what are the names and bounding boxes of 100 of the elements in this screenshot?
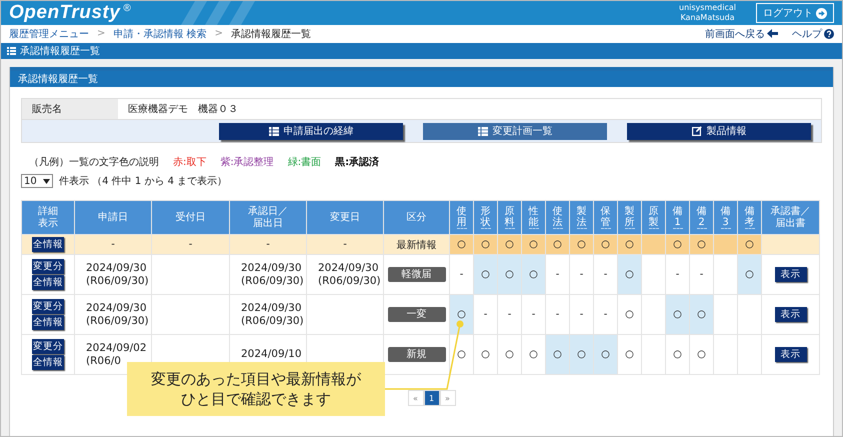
date-text: 2024/09/30	[86, 262, 148, 274]
detail-button[interactable]: 変更分	[32, 339, 64, 354]
column-header: 備2	[690, 200, 714, 234]
table-cell: ○	[498, 334, 522, 374]
help-link[interactable]: ヘルプ	[792, 26, 834, 40]
date-text: -	[342, 239, 348, 250]
table-cell: -	[546, 254, 570, 294]
column-header: 備考	[738, 200, 762, 234]
table-cell: ○	[522, 254, 546, 294]
legend-item: 緑:書面	[288, 156, 322, 169]
table-cell: ○	[618, 294, 642, 334]
column-header: 区分	[384, 200, 450, 234]
column-header: 原料	[498, 200, 522, 234]
column-header: 承認日／届出日	[230, 200, 306, 234]
breadcrumb-separator: >	[97, 28, 106, 39]
table-cell: ○	[690, 334, 714, 374]
page-button[interactable]: 1	[424, 390, 440, 406]
table-cell: ○	[522, 234, 546, 254]
legend-item: 紫:承認整理	[220, 156, 274, 169]
column-header: 形状	[474, 200, 498, 234]
page-button[interactable]: «	[408, 390, 424, 406]
toolbar-button[interactable]: 製品情報	[627, 122, 811, 140]
left-arrow-icon	[767, 29, 778, 38]
category-badge: 新規	[388, 347, 446, 362]
table-cell: ○	[498, 234, 522, 254]
user-name: KanaMatsuda	[680, 13, 735, 23]
table-cell: ○	[570, 334, 594, 374]
card-title: 承認情報履歴一覧	[18, 72, 98, 86]
table-cell: ○	[690, 294, 714, 334]
date-text: -	[110, 239, 116, 250]
detail-button[interactable]: 全情報	[32, 355, 64, 370]
user-name: unisysmedical	[679, 3, 736, 13]
category-badge: 軽微届	[388, 267, 446, 282]
table-cell: ○	[618, 334, 642, 374]
table-cell: -	[474, 294, 498, 334]
legend-item: 黒:承認済	[335, 155, 380, 169]
column-header: 使用	[450, 200, 474, 234]
help-icon	[824, 28, 834, 38]
table-cell: ○	[690, 234, 714, 254]
date-text: 2024/09/30	[241, 302, 303, 314]
table-cell: ○	[474, 234, 498, 254]
column-header: 申請日	[74, 200, 152, 234]
breadcrumb-item: 承認情報履歴一覧	[230, 28, 311, 40]
table-cell: ○	[474, 254, 498, 294]
column-header: 性能	[522, 200, 546, 234]
date-text: 2024/09/30	[86, 302, 148, 314]
table-cell: ○	[450, 334, 474, 374]
date-text: (R06/09/30)	[86, 314, 150, 328]
date-text: 2024/09/10	[241, 348, 303, 361]
table-cell: ○	[618, 234, 642, 254]
back-link[interactable]: 前画面へ戻る	[705, 26, 778, 40]
logout-button[interactable]: ログアウト	[756, 3, 834, 23]
table-cell: ○	[594, 234, 618, 254]
date-text: (R06/09/30)	[86, 274, 150, 288]
legend-title: （凡例）一覧の文字色の説明	[29, 156, 159, 169]
table-cell: -	[498, 294, 522, 334]
date-text: (R06/09/30)	[318, 274, 382, 288]
table-cell: -	[570, 254, 594, 294]
table-cell: ○	[450, 234, 474, 254]
breadcrumb-item[interactable]: 履歴管理メニュー	[9, 26, 89, 40]
date-text: -	[265, 239, 271, 250]
column-header: 製法	[570, 200, 594, 234]
detail-button[interactable]: 全情報	[32, 237, 64, 252]
toolbar-button[interactable]: 申請届出の経緯	[219, 122, 403, 140]
view-button[interactable]: 表示	[774, 307, 806, 322]
detail-button[interactable]: 全情報	[32, 275, 64, 290]
category-badge: 一変	[388, 307, 446, 322]
date-text: (R06/0	[86, 354, 122, 368]
list-icon	[7, 47, 16, 55]
column-header: 使法	[546, 200, 570, 234]
field-value-cell-text: 医療機器デモ 機器０３	[127, 102, 238, 117]
table-cell: ○	[570, 234, 594, 254]
table-cell: ○	[666, 234, 690, 254]
detail-button[interactable]: 変更分	[32, 299, 64, 314]
detail-button[interactable]: 変更分	[32, 259, 64, 274]
app-logo: OpenTrusty$^{®}$	[9, 2, 132, 24]
breadcrumb-item[interactable]: 申請・承認情報 検索	[113, 26, 207, 40]
page-title: 承認情報履歴一覧	[20, 44, 100, 58]
column-header: 保管	[594, 200, 618, 234]
view-button[interactable]: 表示	[774, 347, 806, 362]
dropdown-caret-icon	[43, 178, 50, 184]
legend-item: 赤:取下	[173, 156, 206, 169]
category-text: 最新情報	[396, 240, 436, 250]
view-button[interactable]: 表示	[774, 267, 806, 282]
detail-button[interactable]: 全情報	[32, 315, 64, 330]
date-text: (R06/09/30)	[241, 274, 305, 288]
table-cell: ○	[666, 294, 690, 334]
column-header: 詳細表示	[22, 200, 74, 234]
table-cell: -	[522, 294, 546, 334]
page-button[interactable]: »	[440, 390, 456, 406]
table-cell: ○	[474, 334, 498, 374]
callout: 変更のあった項目や最新情報がひと目で確認できます	[127, 362, 385, 416]
page-size-select[interactable]: 10	[21, 174, 53, 188]
edit-icon	[692, 126, 702, 136]
logout-icon	[816, 8, 827, 18]
date-text: (R06/09/30)	[241, 314, 305, 328]
column-header: 受付日	[152, 200, 230, 234]
date-text: 2024/09/30	[318, 262, 380, 274]
list-icon	[478, 126, 488, 136]
field-label-cell: 販売名	[22, 99, 118, 119]
